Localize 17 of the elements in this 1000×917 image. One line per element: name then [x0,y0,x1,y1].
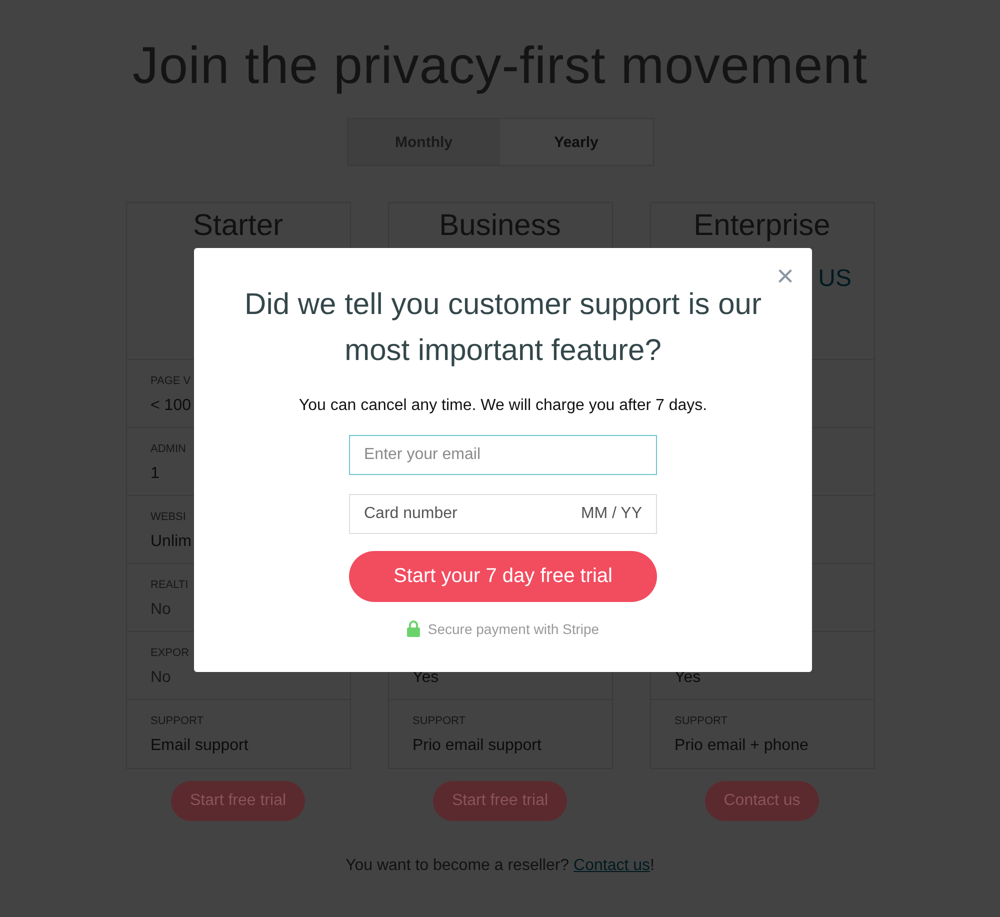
feature-value: Unlim [150,533,192,551]
dialog-title: Did we tell you customer support is our most important feature? [244,287,762,369]
feature-value: Prio email support [412,737,542,755]
feature-value: 1 [150,465,160,483]
lock-icon [406,620,420,637]
secure-note: Secure payment with Stripe [428,620,600,636]
email-field[interactable]: Enter your email [349,435,657,475]
feature-value: Prio email + phone [674,737,808,755]
feature-value: Yes [674,669,701,687]
plan-price: US [818,265,852,293]
feature-value: Email support [150,737,248,755]
feature-value: Yes [412,669,439,687]
contact-link[interactable]: Contact us [574,857,650,874]
start-trial-button[interactable]: Start your 7 day free trial [349,551,657,602]
close-button[interactable]: × [774,262,796,292]
feature-value: < 100 [150,397,191,415]
dialog-subtitle: You can cancel any time. We will charge you after 7 days. [298,397,708,415]
